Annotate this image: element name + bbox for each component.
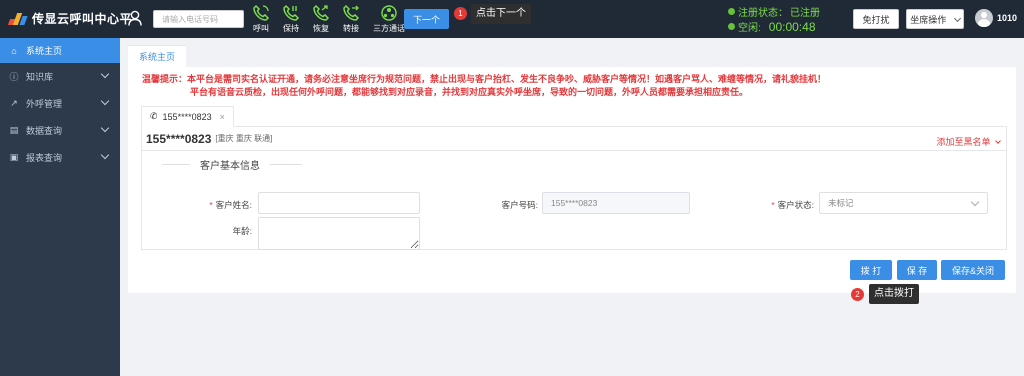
blacklist-label: 添加至黑名单	[936, 137, 991, 147]
chevron-down-icon	[100, 150, 110, 160]
section-title: 客户基本信息	[190, 157, 270, 172]
step-1-badge: 1	[454, 7, 467, 20]
chevron-down-icon	[100, 123, 110, 133]
status-dot-icon	[728, 8, 735, 15]
dial-button[interactable]: 拨 打	[850, 260, 892, 280]
help-circle-icon: ⓘ	[9, 72, 19, 82]
call-button[interactable]: 呼叫	[249, 4, 273, 34]
customer-status-label: * 客户状态:	[771, 200, 814, 210]
add-to-blacklist-dropdown[interactable]: 添加至黑名单	[936, 135, 1001, 148]
status-dot-icon	[728, 23, 735, 30]
sidebar-item-label: 知识库	[26, 72, 54, 82]
notice-banner: 温馨提示：本平台是需司实名认证开通，请务必注意坐席行为规范问题，禁止出现与客户抬…	[142, 73, 826, 99]
notice-line-1: 温馨提示：本平台是需司实名认证开通，请务必注意坐席行为规范问题，禁止出现与客户抬…	[142, 74, 827, 84]
resume-button[interactable]: 恢复	[309, 4, 333, 34]
tab-system-home[interactable]: 系统主页	[128, 45, 187, 67]
tool-label-resume: 恢复	[313, 24, 329, 33]
logo-icon	[7, 12, 28, 25]
save-button[interactable]: 保 存	[897, 260, 937, 280]
do-not-disturb-button[interactable]: 免打扰	[853, 9, 899, 29]
seat-operation-dropdown[interactable]: 坐席操作	[906, 9, 964, 29]
top-bar: 传显云呼叫中心平 呼叫 保持 恢复	[0, 0, 1024, 38]
customer-name-input[interactable]	[258, 192, 420, 214]
phone-icon: ✆	[150, 111, 158, 121]
phone-number-input[interactable]	[153, 10, 244, 28]
customer-number-field: 155****0823	[542, 192, 690, 214]
idle-status: 空闲: 00:00:48	[728, 19, 820, 34]
age-textarea[interactable]	[258, 217, 420, 250]
step-2-tooltip: 点击拨打	[869, 284, 919, 304]
required-marker: *	[209, 200, 213, 210]
sidebar-item-data-query[interactable]: ▤ 数据查询	[0, 117, 120, 144]
document-icon: ▤	[9, 125, 19, 135]
step-2-badge: 2	[851, 288, 864, 301]
call-tab-label: 155****0823	[162, 111, 212, 122]
customer-status-select[interactable]: 未标记	[819, 192, 988, 214]
section-divider: 客户基本信息	[162, 157, 302, 172]
avatar[interactable]	[975, 9, 993, 27]
chevron-down-icon	[953, 14, 961, 22]
customer-phone: 155****0823	[146, 131, 212, 146]
outbound-call-icon: ↗	[10, 98, 18, 108]
customer-status-value: 未标记	[828, 198, 854, 208]
tool-label-transfer: 转接	[343, 24, 359, 33]
three-way-call-icon	[381, 5, 397, 21]
next-button[interactable]: 下一个	[404, 9, 449, 29]
customer-header: 155****0823 [重庆 重庆 联通]	[142, 127, 1006, 151]
phone-transfer-icon	[343, 4, 360, 21]
phone-resume-icon	[313, 4, 330, 21]
sidebar-item-label: 数据查询	[26, 126, 63, 136]
close-icon[interactable]: ×	[220, 112, 225, 122]
tool-label-hold: 保持	[283, 24, 299, 33]
call-detail-panel: 155****0823 [重庆 重庆 联通] 添加至黑名单 客户基本信息 * 客户…	[141, 126, 1007, 250]
app-title: 传显云呼叫中心平	[32, 12, 133, 26]
idle-label: 空闲:	[738, 23, 761, 34]
brand: 传显云呼叫中心平	[7, 10, 133, 27]
phone-hold-icon	[283, 4, 300, 21]
sidebar-item-label: 系统主页	[26, 46, 63, 56]
idle-timer: 00:00:48	[768, 19, 816, 34]
sidebar-item-label: 外呼管理	[26, 99, 63, 109]
hold-button[interactable]: 保持	[279, 4, 303, 34]
registration-value: 已注册	[790, 8, 820, 19]
sidebar-item-label: 报表查询	[26, 153, 63, 163]
chevron-down-icon	[995, 138, 1001, 144]
sidebar-item-report-query[interactable]: ▣ 报表查询	[0, 144, 120, 171]
user-icon[interactable]	[128, 10, 142, 26]
main-panel: 温馨提示：本平台是需司实名认证开通，请务必注意坐席行为规范问题，禁止出现与客户抬…	[128, 67, 1016, 293]
three-way-call-button[interactable]: 三方通话	[369, 4, 409, 34]
sidebar-item-home[interactable]: ⌂ 系统主页	[0, 38, 120, 63]
save-and-close-button[interactable]: 保存&关闭	[941, 260, 1005, 280]
phone-call-icon	[253, 4, 270, 21]
tool-label-three-way: 三方通话	[373, 24, 405, 33]
agent-status: 注册状态： 已注册 空闲: 00:00:48	[728, 4, 820, 34]
seat-operation-label: 坐席操作	[910, 14, 947, 25]
registration-label: 注册状态：	[738, 8, 788, 19]
customer-location: [重庆 重庆 联通]	[215, 134, 273, 143]
call-toolbar: 呼叫 保持 恢复 转接 三方通话	[249, 4, 409, 34]
report-icon: ▣	[9, 152, 19, 162]
home-icon: ⌂	[11, 45, 17, 56]
call-session-tab[interactable]: ✆ 155****0823 ×	[141, 106, 234, 127]
age-label: 年龄:	[232, 226, 252, 236]
page-tab-bar: 系统主页	[128, 45, 187, 67]
chevron-down-icon	[100, 69, 110, 79]
step-1-tooltip: 点击下一个	[471, 4, 531, 24]
user-id: 1010	[997, 13, 1018, 23]
tool-label-call: 呼叫	[253, 24, 269, 33]
sidebar: ⌂ 系统主页 ⓘ 知识库 ↗ 外呼管理 ▤ 数据查询 ▣ 报表查询	[0, 38, 120, 376]
registration-status: 注册状态： 已注册	[728, 4, 820, 19]
chevron-down-icon	[100, 96, 110, 106]
customer-name-label: * 客户姓名:	[209, 200, 252, 210]
sidebar-item-outbound-management[interactable]: ↗ 外呼管理	[0, 90, 120, 117]
chevron-down-icon	[970, 197, 980, 207]
required-marker: *	[771, 200, 775, 210]
transfer-button[interactable]: 转接	[339, 4, 363, 34]
notice-line-2: 平台有语音云质检，出现任何外呼问题，都能够找到对应录音，并找到对应真实外呼坐席，…	[190, 87, 749, 97]
sidebar-item-knowledge-base[interactable]: ⓘ 知识库	[0, 63, 120, 90]
customer-number-label: 客户号码:	[501, 200, 538, 210]
